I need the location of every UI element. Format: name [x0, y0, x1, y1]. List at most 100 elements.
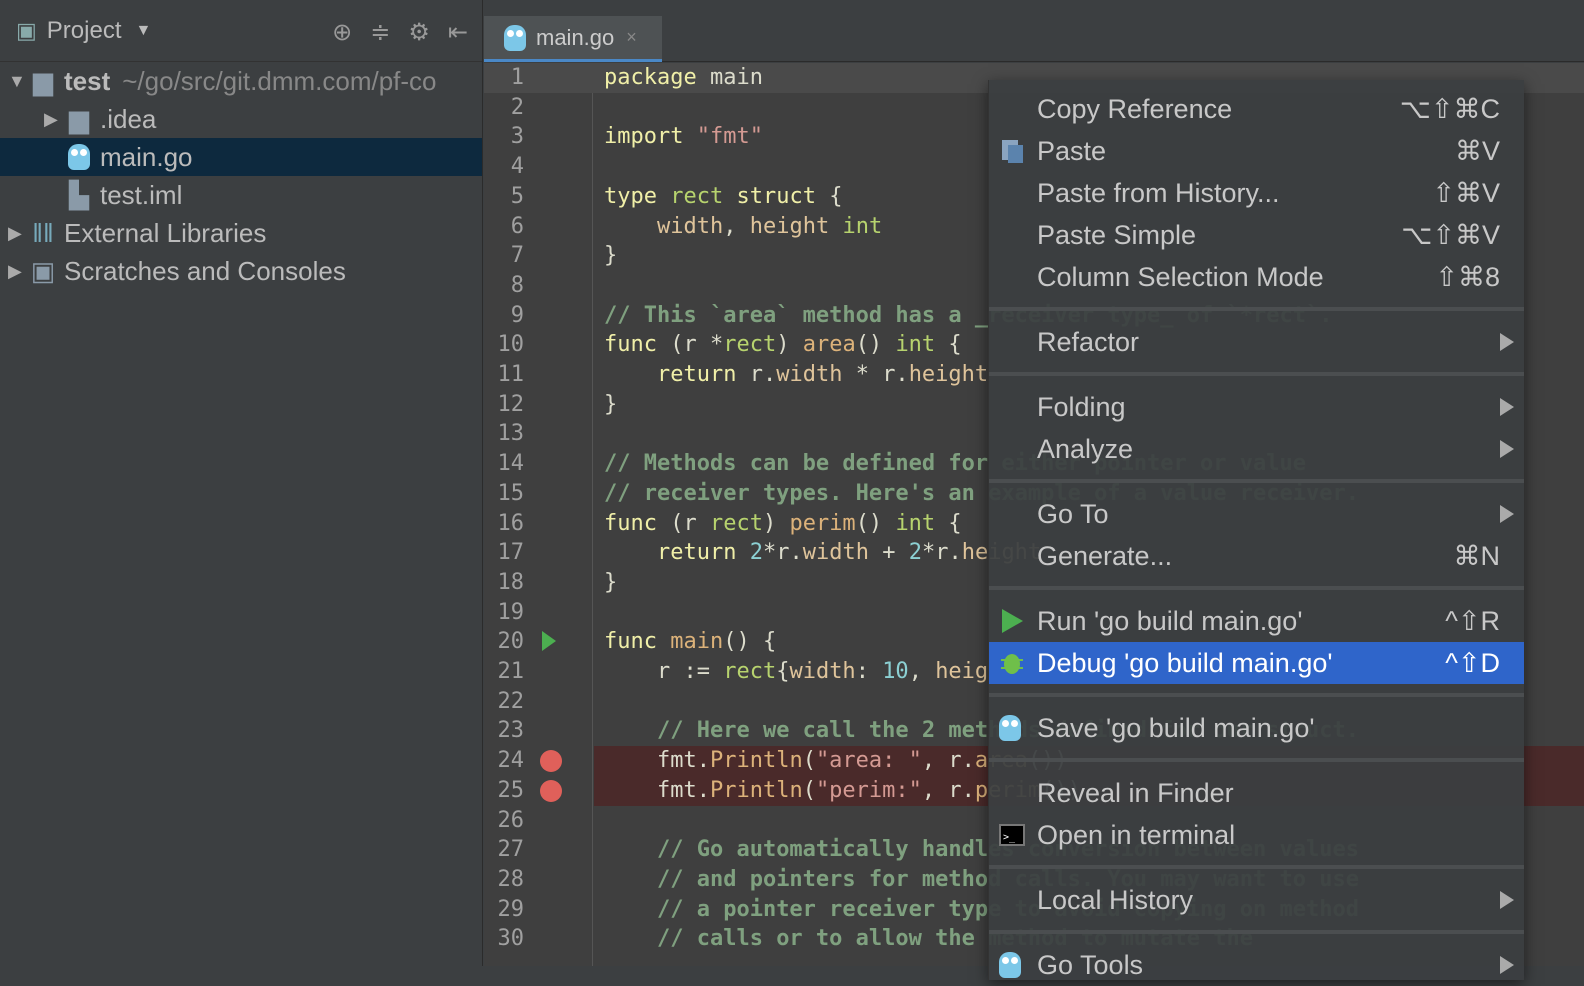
code-token: int: [842, 213, 883, 239]
line-number: 17: [497, 540, 525, 566]
code-token: }: [604, 391, 618, 417]
tree-item-scratches-and-consoles[interactable]: ▶ ▣ Scratches and Consoles: [0, 252, 482, 290]
menu-item-paste[interactable]: Paste ⌘V: [989, 130, 1524, 172]
menu-item-label: Save 'go build main.go': [1037, 712, 1315, 743]
chevron-right-icon[interactable]: ▶: [44, 109, 58, 130]
code-token: rect: [723, 332, 777, 358]
project-view-selector[interactable]: Project: [47, 17, 122, 45]
folder-module-icon: ▆: [33, 65, 53, 96]
menu-item-debug-go-build-main-go[interactable]: Debug 'go build main.go' ^⇧D: [989, 642, 1524, 684]
menu-item-shortcut: ⌥⇧⌘C: [1399, 93, 1500, 124]
code-token: area: [802, 332, 856, 358]
code-token: (: [802, 777, 816, 803]
line-number: 15: [497, 480, 525, 506]
menu-item-shortcut: ⌘V: [1454, 135, 1500, 166]
run-gutter-icon[interactable]: [542, 631, 556, 652]
tab-main-go[interactable]: main.go ×: [484, 16, 662, 62]
menu-item-generate[interactable]: Generate... ⌘N: [989, 535, 1524, 577]
line-number: 1: [510, 65, 524, 90]
menu-item-refactor[interactable]: Refactor: [989, 321, 1524, 363]
breakpoint-icon[interactable]: [540, 750, 562, 773]
menu-item-go-tools[interactable]: Go Tools: [989, 944, 1524, 986]
collapse-all-icon[interactable]: ≑: [370, 18, 390, 47]
breakpoint-icon[interactable]: [540, 779, 562, 802]
menu-item-save-go-build-main-go[interactable]: Save 'go build main.go': [989, 707, 1524, 749]
menu-item-shortcut: ⇧⌘8: [1435, 261, 1500, 292]
line-number: 12: [497, 391, 525, 417]
code-token: , r.: [921, 748, 975, 774]
submenu-arrow-icon: [1500, 333, 1514, 351]
code-token: fmt.: [604, 748, 710, 774]
menu-item-label: Column Selection Mode: [1037, 261, 1324, 292]
code-token: package: [604, 65, 697, 90]
menu-separator: [989, 470, 1524, 493]
chevron-down-icon[interactable]: ▼: [136, 22, 152, 40]
close-icon[interactable]: ×: [626, 27, 637, 48]
menu-item-paste-simple[interactable]: Paste Simple ⌥⇧⌘V: [989, 214, 1524, 256]
submenu-arrow-icon: [1500, 398, 1514, 416]
chevron-right-icon[interactable]: ▶: [8, 223, 22, 244]
menu-item-analyze[interactable]: Analyze: [989, 428, 1524, 470]
menu-item-reveal-in-finder[interactable]: Reveal in Finder: [989, 772, 1524, 814]
code-token: 2: [908, 540, 922, 566]
menu-item-label: Copy Reference: [1037, 93, 1233, 124]
hide-panel-icon[interactable]: ⇤: [448, 18, 468, 47]
menu-item-label: Open in terminal: [1037, 819, 1236, 850]
line-number: 23: [497, 718, 525, 744]
menu-separator: [989, 749, 1524, 772]
submenu-arrow-icon: [1500, 956, 1514, 974]
menu-item-open-in-terminal[interactable]: >_ Open in terminal: [989, 814, 1524, 856]
gopher-icon: [999, 715, 1025, 741]
line-number: 9: [510, 302, 524, 328]
line-number: 20: [497, 629, 525, 655]
code-token: width: [789, 659, 856, 684]
code-token: (r *: [656, 332, 724, 358]
menu-item-paste-from-history[interactable]: Paste from History... ⇧⌘V: [989, 172, 1524, 214]
chevron-down-icon[interactable]: ▼: [8, 71, 26, 92]
svg-text:>_: >_: [1003, 832, 1016, 843]
code-token: rect: [709, 510, 763, 536]
code-token: Println: [709, 777, 803, 803]
menu-item-local-history[interactable]: Local History: [989, 879, 1524, 921]
tree-item-external-libraries[interactable]: ▶ ‖‖ External Libraries: [0, 214, 482, 252]
code-token: width: [802, 540, 869, 566]
tree-item-label: External Libraries: [64, 217, 267, 248]
code-token: int: [895, 332, 936, 358]
project-header: ▣ Project ▼ ⊕ ≑ ⚙ ⇤: [0, 0, 482, 62]
menu-item-label: Analyze: [1037, 433, 1134, 464]
menu-item-go-to[interactable]: Go To: [989, 493, 1524, 535]
locate-icon[interactable]: ⊕: [332, 18, 352, 47]
menu-item-folding[interactable]: Folding: [989, 386, 1524, 428]
menu-item-label: Reveal in Finder: [1037, 777, 1234, 808]
code-token: ): [776, 332, 803, 358]
gear-icon[interactable]: ⚙: [408, 18, 430, 47]
menu-item-label: Go Tools: [1037, 949, 1144, 980]
iml-file-icon: ▙: [69, 179, 89, 210]
code-token: (r: [656, 510, 710, 536]
menu-item-label: Paste: [1037, 135, 1107, 166]
menu-item-column-selection-mode[interactable]: Column Selection Mode ⇧⌘8: [989, 256, 1524, 298]
submenu-arrow-icon: [1500, 891, 1514, 909]
tree-item-main-go[interactable]: main.go: [0, 138, 482, 176]
line-number: 18: [497, 569, 525, 595]
code-token: "fmt": [696, 124, 763, 150]
menu-item-shortcut: ⇧⌘V: [1432, 177, 1500, 208]
tree-item-test-iml[interactable]: ▙ test.iml: [0, 176, 482, 214]
line-number: 28: [497, 866, 525, 892]
menu-item-run-go-build-main-go[interactable]: Run 'go build main.go' ^⇧R: [989, 600, 1524, 642]
project-tree: ▼ ▆ test ~/go/src/git.dmm.com/pf-co ▶ ▆ .idea m…: [0, 62, 482, 290]
tree-item-test[interactable]: ▼ ▆ test ~/go/src/git.dmm.com/pf-co: [0, 62, 482, 100]
chevron-right-icon[interactable]: ▶: [8, 261, 22, 282]
submenu-arrow-icon: [1500, 505, 1514, 523]
tree-item-idea[interactable]: ▶ ▆ .idea: [0, 100, 482, 138]
menu-item-copy-reference[interactable]: Copy Reference ⌥⇧⌘C: [989, 88, 1524, 130]
code-token: ,: [908, 659, 936, 684]
